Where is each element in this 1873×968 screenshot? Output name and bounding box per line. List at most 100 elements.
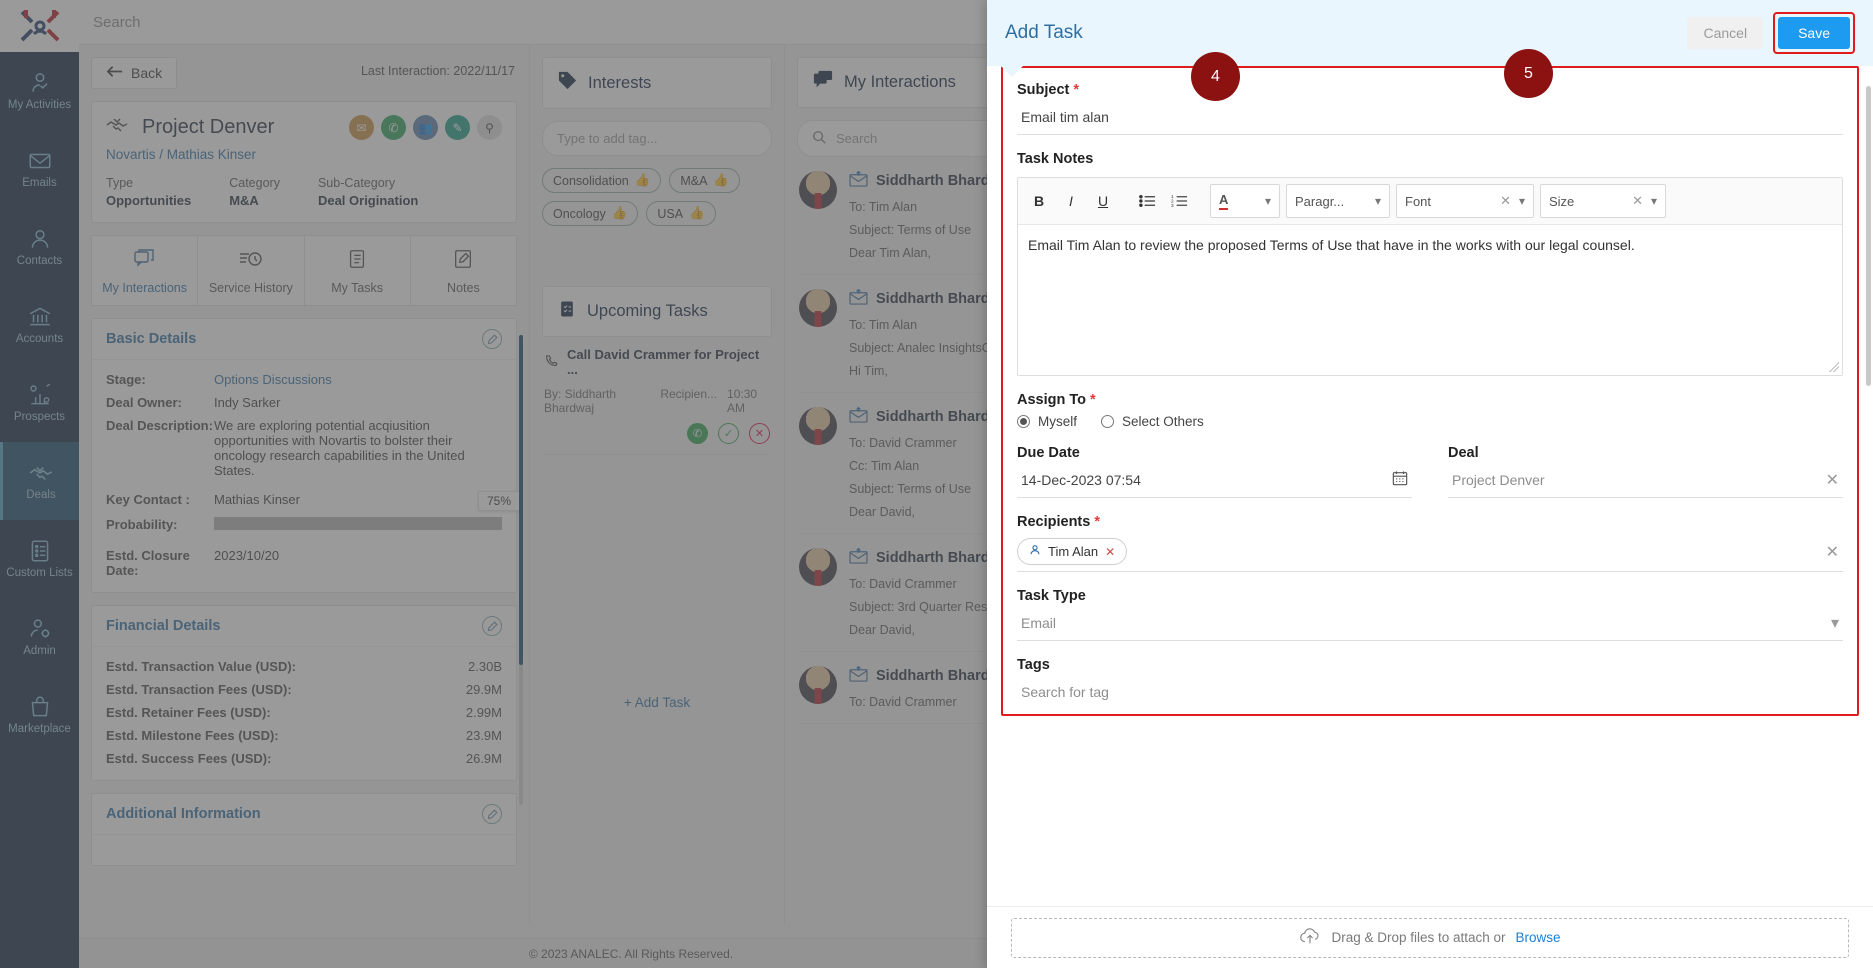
font-color-label: A: [1219, 192, 1229, 210]
interest-chip[interactable]: M&A 👍: [669, 168, 740, 193]
clipboard-list-icon: [557, 299, 577, 324]
cancel-button[interactable]: Cancel: [1687, 17, 1764, 49]
thumbs-up-icon[interactable]: 👍: [635, 173, 651, 188]
sidebar-item-contacts[interactable]: Contacts: [0, 208, 79, 286]
chevron-down-icon[interactable]: ▾: [1375, 194, 1381, 208]
phone-icon[interactable]: ✆: [381, 115, 406, 140]
task-notes-textarea[interactable]: Email Tim Alan to review the proposed Te…: [1018, 225, 1842, 375]
thumbs-up-icon[interactable]: 👍: [713, 173, 729, 188]
tab-my-tasks[interactable]: My Tasks: [303, 235, 410, 306]
list-item[interactable]: Call David Crammer for Project ... By: S…: [542, 337, 772, 455]
history-icon: [239, 252, 263, 274]
complete-action-icon[interactable]: ✓: [718, 423, 739, 444]
add-task-button[interactable]: + Add Task: [542, 695, 772, 710]
drawer-scrollbar-thumb[interactable]: [1866, 86, 1871, 386]
underline-button[interactable]: U: [1090, 188, 1116, 214]
tab-my-interactions[interactable]: My Interactions: [91, 235, 198, 306]
fin-value: 2.99M: [465, 705, 502, 720]
bold-button[interactable]: B: [1026, 188, 1052, 214]
recipients-group: Recipients * Tim Alan ✕ ✕: [1017, 514, 1843, 572]
back-button[interactable]: Back: [91, 57, 178, 89]
detail-value[interactable]: Options Discussions: [214, 372, 332, 387]
arrow-left-icon: [106, 65, 123, 81]
thumbs-up-icon[interactable]: 👍: [612, 206, 628, 221]
edit-pencil-icon[interactable]: [482, 616, 502, 636]
edit-pencil-icon[interactable]: [482, 329, 502, 349]
mail-icon[interactable]: ✉: [349, 115, 374, 140]
interest-chip[interactable]: Oncology 👍: [542, 201, 639, 226]
clear-size-icon[interactable]: ✕: [1632, 193, 1643, 209]
chart-gear-icon: [27, 382, 53, 408]
sidebar-item-custom-lists[interactable]: Custom Lists: [0, 520, 79, 598]
sidebar-item-admin[interactable]: Admin: [0, 598, 79, 676]
task-type-label: Task Type: [1017, 588, 1086, 604]
italic-button[interactable]: I: [1058, 188, 1084, 214]
sidebar-item-marketplace[interactable]: Marketplace: [0, 676, 79, 754]
calendar-icon[interactable]: [1388, 470, 1412, 491]
remove-recipient-icon[interactable]: ✕: [1105, 545, 1115, 559]
paragraph-select[interactable]: Paragr... ▾: [1286, 184, 1390, 218]
due-date-value[interactable]: 14-Dec-2023 07:54: [1017, 463, 1388, 497]
due-date-group: Due Date 14-Dec-2023 07:54: [1017, 445, 1412, 498]
chevron-down-icon[interactable]: ▾: [1827, 613, 1843, 633]
edit-pencil-icon[interactable]: [482, 804, 502, 824]
deal-group: Deal Project Denver ✕: [1448, 445, 1843, 498]
interests-tag-input[interactable]: Type to add tag...: [542, 121, 772, 156]
app-logo[interactable]: [0, 0, 79, 52]
people-icon[interactable]: 👥: [413, 115, 438, 140]
radio-myself[interactable]: Myself: [1017, 414, 1077, 429]
save-button[interactable]: Save: [1778, 17, 1850, 49]
interest-chip[interactable]: USA 👍: [646, 201, 716, 226]
chip-label: M&A: [680, 173, 708, 188]
required-asterisk: *: [1069, 82, 1080, 98]
font-select[interactable]: Font ✕ ▾: [1396, 184, 1534, 218]
sidebar-item-emails[interactable]: Emails: [0, 130, 79, 208]
rich-text-editor: B I U 1 2 3 A ▾ Paragr... ▾ Font ✕ ▾ Siz…: [1017, 177, 1843, 376]
handshake-icon: [28, 460, 54, 486]
meta-label: Category: [229, 176, 280, 190]
chevron-down-icon[interactable]: ▾: [1519, 194, 1525, 208]
radio-label: Select Others: [1122, 414, 1204, 429]
fin-label: Estd. Transaction Fees (USD):: [106, 682, 292, 697]
sidebar-item-prospects[interactable]: Prospects: [0, 364, 79, 442]
clear-deal-icon[interactable]: ✕: [1822, 470, 1843, 490]
clear-recipients-icon[interactable]: ✕: [1826, 542, 1843, 562]
recipient-chip[interactable]: Tim Alan ✕: [1017, 538, 1128, 565]
tab-service-history[interactable]: Service History: [197, 235, 304, 306]
chevron-down-icon[interactable]: ▾: [1651, 194, 1657, 208]
sidebar-item-accounts[interactable]: Accounts: [0, 286, 79, 364]
email-sent-icon: [849, 665, 868, 686]
basic-details-card: Basic Details Stage: Options Discussions: [91, 318, 520, 593]
deal-value[interactable]: Project Denver: [1448, 463, 1822, 497]
chevron-down-icon[interactable]: ▾: [1265, 194, 1271, 208]
radio-select-others[interactable]: Select Others: [1101, 414, 1204, 429]
sidebar-item-my-activities[interactable]: My Activities: [0, 52, 79, 130]
deal-subtitle[interactable]: Novartis / Mathias Kinser: [106, 147, 502, 162]
interactions-search-placeholder: Search: [836, 131, 878, 146]
sidebar-item-deals[interactable]: Deals: [0, 442, 79, 520]
subject-input[interactable]: [1017, 100, 1843, 135]
thumbs-up-icon[interactable]: 👍: [689, 206, 705, 221]
task-type-value[interactable]: Email: [1017, 606, 1827, 640]
cancel-action-icon[interactable]: ✕: [749, 423, 770, 444]
browse-link[interactable]: Browse: [1516, 930, 1561, 945]
search-icon[interactable]: ⚲: [477, 115, 502, 140]
clear-font-icon[interactable]: ✕: [1500, 193, 1511, 209]
font-color-button[interactable]: A ▾: [1210, 184, 1280, 218]
probability-row: Probability: 75%: [92, 491, 520, 534]
file-dropzone[interactable]: Drag & Drop files to attach or Browse: [1011, 917, 1849, 958]
tab-notes[interactable]: Notes: [409, 235, 517, 306]
chip-label: Consolidation: [553, 173, 629, 188]
interest-chip[interactable]: Consolidation 👍: [542, 168, 662, 193]
resize-handle[interactable]: [1829, 362, 1839, 372]
numbered-list-icon[interactable]: 1 2 3: [1166, 188, 1192, 214]
tags-input-placeholder[interactable]: Search for tag: [1017, 675, 1843, 709]
size-select[interactable]: Size ✕ ▾: [1540, 184, 1666, 218]
call-action-icon[interactable]: ✆: [687, 423, 708, 444]
deal-tabs: My Interactions Service History My Tasks…: [91, 235, 517, 306]
bullet-list-icon[interactable]: [1134, 188, 1160, 214]
shopping-bag-icon: [27, 694, 53, 720]
left-scrollbar-thumb[interactable]: [519, 335, 523, 665]
note-icon[interactable]: ✎: [445, 115, 470, 140]
radio-icon: [1101, 415, 1115, 428]
